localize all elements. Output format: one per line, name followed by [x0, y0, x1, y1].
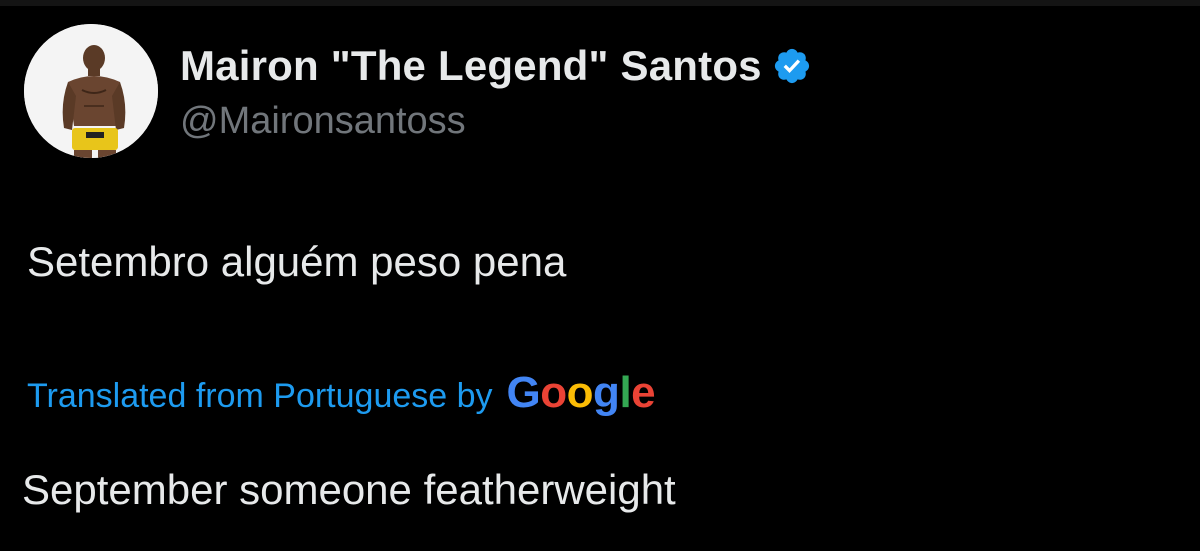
avatar[interactable]	[24, 24, 158, 158]
google-logo: Google	[507, 368, 656, 418]
display-name[interactable]: Mairon "The Legend" Santos	[180, 42, 762, 90]
profile-photo	[24, 24, 158, 158]
translated-from-link[interactable]: Translated from Portuguese by	[27, 377, 493, 416]
google-logo-letter: G	[506, 368, 541, 417]
verified-badge-icon[interactable]	[772, 46, 812, 86]
google-logo-letter: o	[566, 368, 594, 417]
tweet-text: Setembro alguém peso pena	[27, 238, 567, 285]
google-logo-letter: l	[619, 368, 632, 417]
google-logo-letter: g	[593, 368, 620, 417]
user-handle[interactable]: @Maironsantoss	[180, 100, 812, 143]
google-logo-letter: e	[631, 368, 656, 417]
name-row: Mairon "The Legend" Santos	[180, 38, 812, 94]
author-block: Mairon "The Legend" Santos @Maironsantos…	[180, 38, 812, 143]
google-logo-letter: o	[540, 368, 567, 417]
translated-text: September someone featherweight	[22, 466, 676, 513]
tweet-card: Mairon "The Legend" Santos @Maironsantos…	[0, 0, 1200, 551]
translation-attribution: Translated from Portuguese by Google	[27, 368, 656, 418]
